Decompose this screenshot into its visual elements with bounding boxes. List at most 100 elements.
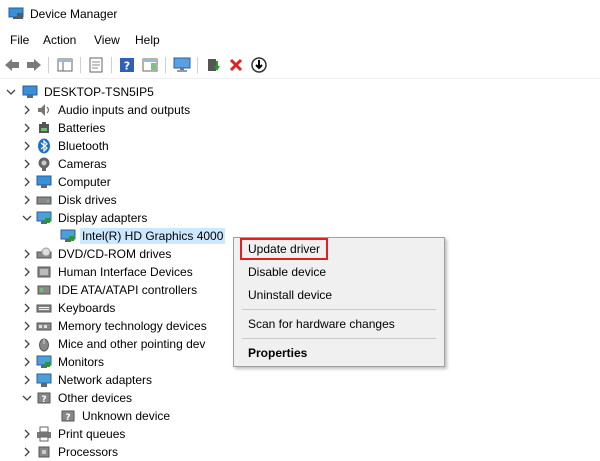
tree-item-label: Bluetooth (58, 139, 109, 153)
monitor-icon (36, 354, 52, 370)
chevron-right-icon[interactable] (22, 429, 36, 439)
tree-category-item[interactable]: Network adapters (22, 371, 154, 389)
tree-category-item[interactable]: Batteries (22, 119, 107, 137)
hid-icon (36, 264, 52, 280)
action-pane-icon (142, 58, 158, 72)
toolbar-separator (111, 57, 112, 73)
show-hide-console-tree-button[interactable] (55, 55, 75, 75)
scan-hardware-button[interactable] (172, 55, 192, 75)
uninstall-device-button[interactable] (226, 55, 246, 75)
properties-toolbar-button[interactable] (86, 55, 106, 75)
chevron-down-icon[interactable] (22, 393, 36, 403)
add-driver-button[interactable] (203, 55, 223, 75)
chevron-right-icon[interactable] (22, 159, 36, 169)
tree-item-label: Audio inputs and outputs (58, 103, 191, 117)
chevron-right-icon[interactable] (22, 375, 36, 385)
tree-root[interactable]: DESKTOP-TSN5IP5 (6, 83, 156, 101)
chevron-right-icon[interactable] (22, 447, 36, 457)
update-driver-toolbar-button[interactable] (249, 55, 269, 75)
tree-item-label: Network adapters (58, 373, 153, 387)
tree-child-item[interactable]: ? Unknown device (60, 407, 172, 425)
menu-view[interactable]: View (92, 33, 122, 47)
tree-item-label: IDE ATA/ATAPI controllers (58, 283, 198, 297)
help-button[interactable]: ? (117, 55, 137, 75)
tree-category-item[interactable]: Cameras (22, 155, 109, 173)
tree-item-label: Human Interface Devices (58, 265, 193, 279)
mouse-icon (36, 336, 52, 352)
monitor-icon (36, 210, 52, 226)
tree-category-item[interactable]: Keyboards (22, 299, 117, 317)
menu-file[interactable]: File (8, 33, 31, 47)
chevron-right-icon[interactable] (22, 303, 36, 313)
unknown-icon: ? (36, 390, 52, 406)
chevron-down-icon[interactable] (22, 213, 36, 223)
tree-item-label: Keyboards (58, 301, 116, 315)
monitor-scan-icon (173, 57, 191, 72)
ide-icon (36, 282, 52, 298)
chevron-right-icon[interactable] (22, 141, 36, 151)
action-pane-button[interactable] (140, 55, 160, 75)
chevron-right-icon[interactable] (22, 339, 36, 349)
dvd-icon (36, 246, 52, 262)
tree-category-item[interactable]: Print queues (22, 425, 127, 443)
tree-category-item[interactable]: Memory technology devices (22, 317, 209, 335)
chevron-right-icon[interactable] (22, 357, 36, 367)
disk-icon (36, 192, 52, 208)
cpu-icon (36, 444, 52, 460)
device-manager-icon (8, 7, 24, 20)
tree-category-item[interactable]: Human Interface Devices (22, 263, 195, 281)
tree-category-item[interactable]: Bluetooth (22, 137, 111, 155)
console-tree-icon (57, 58, 73, 72)
tree-child-item[interactable]: Intel(R) HD Graphics 4000 (60, 227, 226, 245)
tree-category-item[interactable]: Monitors (22, 353, 106, 371)
disable-device-menu-item[interactable]: Disable device (248, 265, 326, 279)
uninstall-device-menu-item[interactable]: Uninstall device (248, 288, 332, 302)
tree-item-label: Disk drives (58, 193, 117, 207)
svg-text:?: ? (41, 395, 46, 405)
svg-text:?: ? (65, 413, 70, 423)
chevron-right-icon[interactable] (22, 249, 36, 259)
properties-menu-item[interactable]: Properties (248, 346, 307, 360)
unknown-icon: ? (60, 408, 76, 424)
chevron-right-icon[interactable] (22, 123, 36, 133)
tree-item-label: Unknown device (82, 409, 171, 423)
menu-bar: File Action View Help (0, 30, 600, 50)
scan-hardware-menu-item[interactable]: Scan for hardware changes (248, 317, 395, 331)
tree-category-item[interactable]: IDE ATA/ATAPI controllers (22, 281, 199, 299)
tree-item-label: Other devices (58, 391, 133, 405)
tree-category-item[interactable]: Mice and other pointing dev (22, 335, 207, 353)
tree-root-label: DESKTOP-TSN5IP5 (44, 85, 154, 99)
tree-item-label: Processors (58, 445, 119, 459)
tree-category-item[interactable]: Processors (22, 443, 120, 461)
chevron-right-icon[interactable] (22, 105, 36, 115)
chevron-right-icon[interactable] (22, 195, 36, 205)
bluetooth-icon (36, 138, 52, 154)
context-menu: Update driver Disable device Uninstall d… (233, 237, 445, 367)
chevron-right-icon[interactable] (22, 177, 36, 187)
chevron-right-icon[interactable] (22, 321, 36, 331)
toolbar-separator (197, 57, 198, 73)
tree-category-item[interactable]: Computer (22, 173, 113, 191)
menu-divider (242, 338, 436, 339)
tree-item-label: Cameras (58, 157, 107, 171)
tree-category-item[interactable]: Disk drives (22, 191, 119, 209)
update-driver-menu-item[interactable]: Update driver (248, 242, 320, 256)
tree-item-label: Mice and other pointing dev (58, 337, 206, 351)
keyboard-icon (36, 300, 52, 316)
tree-item-label: DVD/CD-ROM drives (58, 247, 172, 261)
chevron-down-icon (6, 89, 16, 95)
back-button[interactable] (2, 55, 22, 75)
chevron-right-icon[interactable] (22, 267, 36, 277)
tree-category-item[interactable]: ? Other devices (22, 389, 134, 407)
toolbar-separator (80, 57, 81, 73)
menu-action[interactable]: Action (41, 33, 78, 47)
chevron-right-icon[interactable] (22, 285, 36, 295)
computer-icon (36, 174, 52, 190)
tree-category-item[interactable]: DVD/CD-ROM drives (22, 245, 173, 263)
tree-item-label: Intel(R) HD Graphics 4000 (80, 228, 226, 244)
menu-help[interactable]: Help (133, 33, 162, 47)
toolbar-separator (48, 57, 49, 73)
tree-category-item[interactable]: Audio inputs and outputs (22, 101, 192, 119)
tree-category-item[interactable]: Display adapters (22, 209, 149, 227)
forward-button[interactable] (24, 55, 44, 75)
